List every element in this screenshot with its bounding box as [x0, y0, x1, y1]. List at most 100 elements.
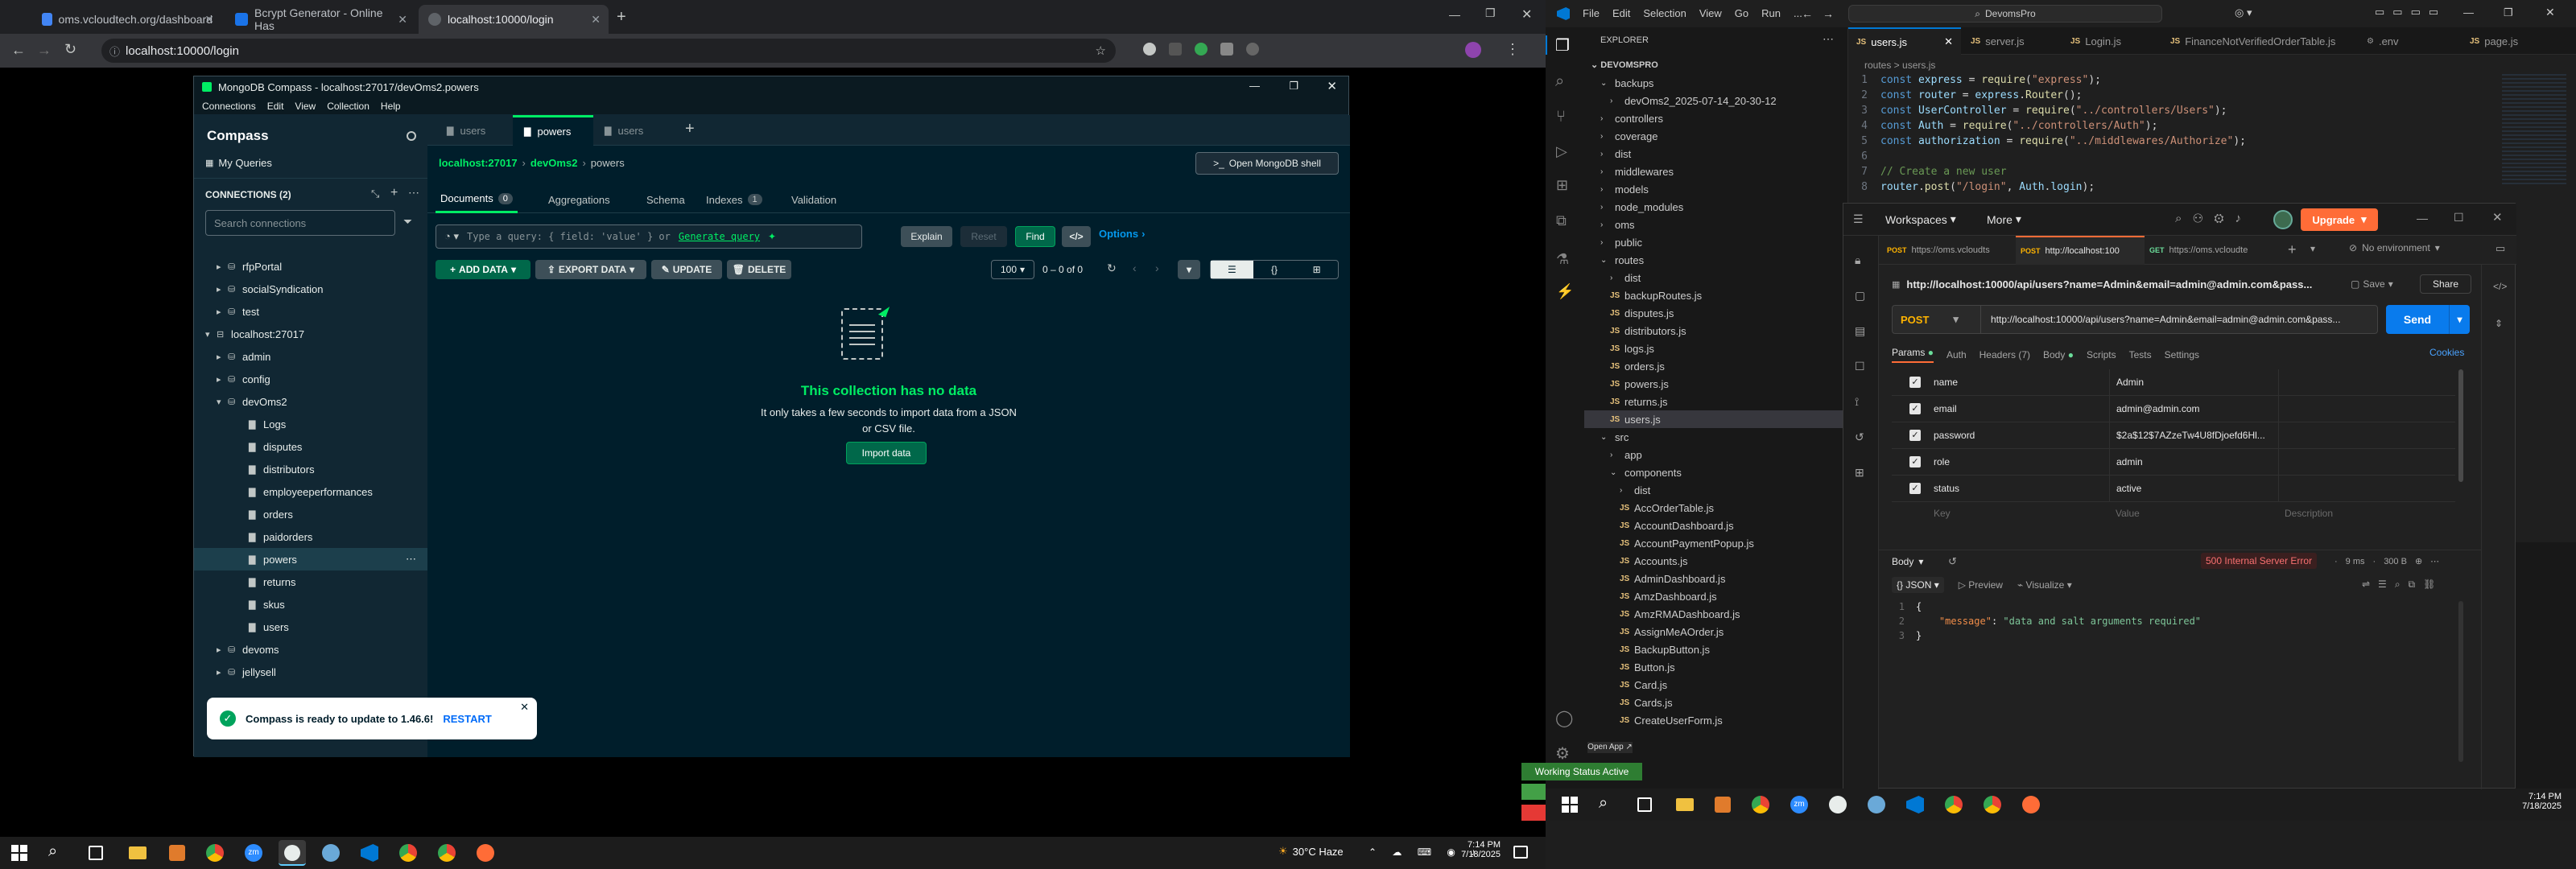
menu-file[interactable]: File — [1583, 7, 1600, 19]
connection-item[interactable]: ▾ ⊟ localhost:27017 — [194, 323, 427, 345]
profile-avatar[interactable] — [1465, 42, 1481, 58]
open-app-tooltip[interactable]: Open App ↗ — [1587, 742, 1633, 753]
more-options-icon[interactable]: ⋯ — [406, 553, 416, 566]
request-tab[interactable]: GET https://oms.vcloudte — [2149, 236, 2278, 265]
add-data-button[interactable]: + ADD DATA ▾ — [436, 260, 530, 279]
close-tab-icon[interactable]: ✕ — [398, 13, 407, 27]
collection-item[interactable]: ▇ Logs — [194, 413, 427, 435]
explorer-file[interactable]: JS orders.js — [1584, 357, 1848, 375]
user-avatar[interactable] — [2273, 210, 2293, 229]
code-area[interactable]: 1 const express = require("express"); 2 con… — [1848, 74, 2576, 203]
copilot-icon[interactable]: ◎ ▾ — [2235, 6, 2252, 19]
response-body[interactable]: 1{2 "message": "data and salt arguments … — [1892, 601, 2455, 665]
preview-button[interactable]: ▷ Preview — [1959, 579, 2003, 591]
tab-users-1[interactable]: ▇ users — [436, 115, 513, 146]
task-view-icon[interactable] — [1637, 797, 1652, 812]
more-icon[interactable]: ⋯ — [2430, 556, 2439, 566]
upgrade-button[interactable]: Upgrade ▾ — [2301, 208, 2378, 231]
new-tab-icon[interactable]: + — [685, 120, 695, 138]
chevron-right-icon[interactable]: ▸ — [217, 284, 228, 294]
search-icon[interactable]: ⌕ — [1599, 794, 1608, 813]
explorer-folder[interactable]: › app — [1584, 446, 1848, 463]
close-window-icon[interactable]: ✕ — [1327, 79, 1337, 93]
param-value[interactable]: active — [2109, 475, 2278, 502]
store-icon[interactable] — [169, 845, 185, 861]
store-icon[interactable] — [1715, 797, 1731, 813]
maximize-icon[interactable]: ❐ — [1289, 80, 1298, 93]
task-view-icon[interactable] — [89, 846, 103, 860]
editor-tab[interactable]: JS page.js — [2460, 27, 2541, 55]
site-info-icon[interactable]: ⓘ — [109, 43, 120, 59]
more-options-icon[interactable]: ⋯ — [408, 186, 419, 200]
scrollbar[interactable] — [2458, 369, 2463, 482]
close-toast-icon[interactable]: ✕ — [520, 701, 529, 714]
forward-icon[interactable]: → — [37, 42, 52, 59]
share-button[interactable]: Share — [2420, 274, 2471, 294]
app-icon[interactable] — [322, 844, 340, 862]
subtab-indexes[interactable]: Indexes 1 — [706, 186, 762, 213]
app-icon[interactable] — [1829, 796, 1847, 813]
windows-start-icon[interactable] — [11, 845, 27, 861]
vscode-icon[interactable] — [361, 844, 378, 862]
chrome-icon[interactable] — [206, 844, 224, 862]
chevron-right-icon[interactable]: ▸ — [217, 667, 228, 677]
workspaces-menu[interactable]: Workspaces ▾ — [1885, 212, 1956, 226]
postman-icon[interactable] — [2022, 796, 2040, 813]
explorer-file[interactable]: JS BackupButton.js — [1584, 640, 1848, 658]
explorer-folder[interactable]: › devOms2_2025-07-14_20-30-12 — [1584, 92, 1848, 109]
query-options-icon[interactable]: ◔ ▾ — [444, 230, 459, 243]
menu-run[interactable]: Run — [1761, 7, 1781, 19]
response-body-tab[interactable]: Body ▾ — [1892, 556, 1923, 567]
extensions-icon[interactable]: ⊞ — [1556, 177, 1568, 194]
update-button[interactable]: ✎ UPDATE — [651, 260, 722, 279]
chevron-down-icon[interactable]: ▾ — [2449, 305, 2470, 334]
chevron-right-icon[interactable]: ▸ — [217, 374, 228, 385]
explorer-folder[interactable]: › controllers — [1584, 109, 1848, 127]
manage-gear-icon[interactable]: ⚙ — [1555, 743, 1570, 764]
explorer-file[interactable]: JS Button.js — [1584, 658, 1848, 676]
explorer-file[interactable]: JS AmzRMADashboard.js — [1584, 605, 1848, 623]
close-window-icon[interactable]: ✕ — [2492, 210, 2503, 224]
subtab-validation[interactable]: Validation — [791, 186, 836, 213]
chevron-down-icon[interactable]: ▾ — [205, 329, 217, 340]
minimize-icon[interactable]: — — [1249, 80, 1260, 92]
explorer-folder[interactable]: › node_modules — [1584, 198, 1848, 216]
chrome-icon[interactable] — [1752, 796, 1769, 813]
explorer-file[interactable]: JS Card.js — [1584, 676, 1848, 694]
explorer-file[interactable]: JS AccountDashboard.js — [1584, 517, 1848, 534]
close-tab-icon[interactable]: ✕ — [204, 13, 214, 27]
environment-select[interactable]: ⊘ No environment ▾ — [2349, 242, 2440, 253]
search-icon[interactable]: ⌕ — [48, 842, 57, 861]
active-app-icon[interactable] — [279, 840, 306, 866]
collections-icon[interactable]: ▢ — [1855, 289, 1865, 303]
chevron-down-icon[interactable]: ▾ — [217, 397, 228, 407]
editor-tab-active[interactable]: JS users.js ✕ — [1848, 27, 1961, 55]
param-checkbox[interactable]: ✓ — [1909, 483, 1921, 494]
maximize-icon[interactable]: ❐ — [1485, 6, 1496, 20]
explorer-file[interactable]: JS logs.js — [1584, 340, 1848, 357]
chevron-right-icon[interactable]: ▸ — [217, 262, 228, 272]
response-size[interactable]: 300 B — [2384, 557, 2407, 566]
settings-gear-icon[interactable] — [407, 131, 416, 141]
collection-item[interactable]: ▇ employeeperformances — [194, 480, 427, 503]
file-explorer-icon[interactable] — [1676, 798, 1694, 811]
history-icon[interactable]: ↺ — [1948, 555, 1957, 568]
forward-icon[interactable]: → — [1823, 7, 1834, 20]
subtab-aggregations[interactable]: Aggregations — [548, 186, 610, 213]
list-view-icon[interactable]: ☰ — [1211, 261, 1253, 278]
subtab-params[interactable]: Params ● — [1892, 347, 1934, 363]
search-icon[interactable]: ⌕ — [1555, 72, 1564, 91]
extension-icon[interactable] — [1143, 43, 1156, 56]
globe-icon[interactable]: ⊕ — [2415, 556, 2422, 566]
extension-icon[interactable] — [1195, 43, 1208, 56]
postman-icon[interactable] — [477, 844, 494, 862]
subtab-tests[interactable]: Tests — [2129, 349, 2152, 360]
explorer-folder[interactable]: › models — [1584, 180, 1848, 198]
editor-tab[interactable]: JS server.js — [1961, 27, 2061, 55]
collection-item[interactable]: ▇ skus — [194, 593, 427, 616]
param-key[interactable]: status — [1934, 483, 1959, 494]
address-bar[interactable]: ⓘ localhost:10000/login ☆ — [101, 39, 1116, 63]
collection-item[interactable]: ▇ paidorders — [194, 525, 427, 548]
configure-icon[interactable]: ⊞ — [1855, 466, 1864, 480]
explorer-file[interactable]: JS distributors.js — [1584, 322, 1848, 340]
